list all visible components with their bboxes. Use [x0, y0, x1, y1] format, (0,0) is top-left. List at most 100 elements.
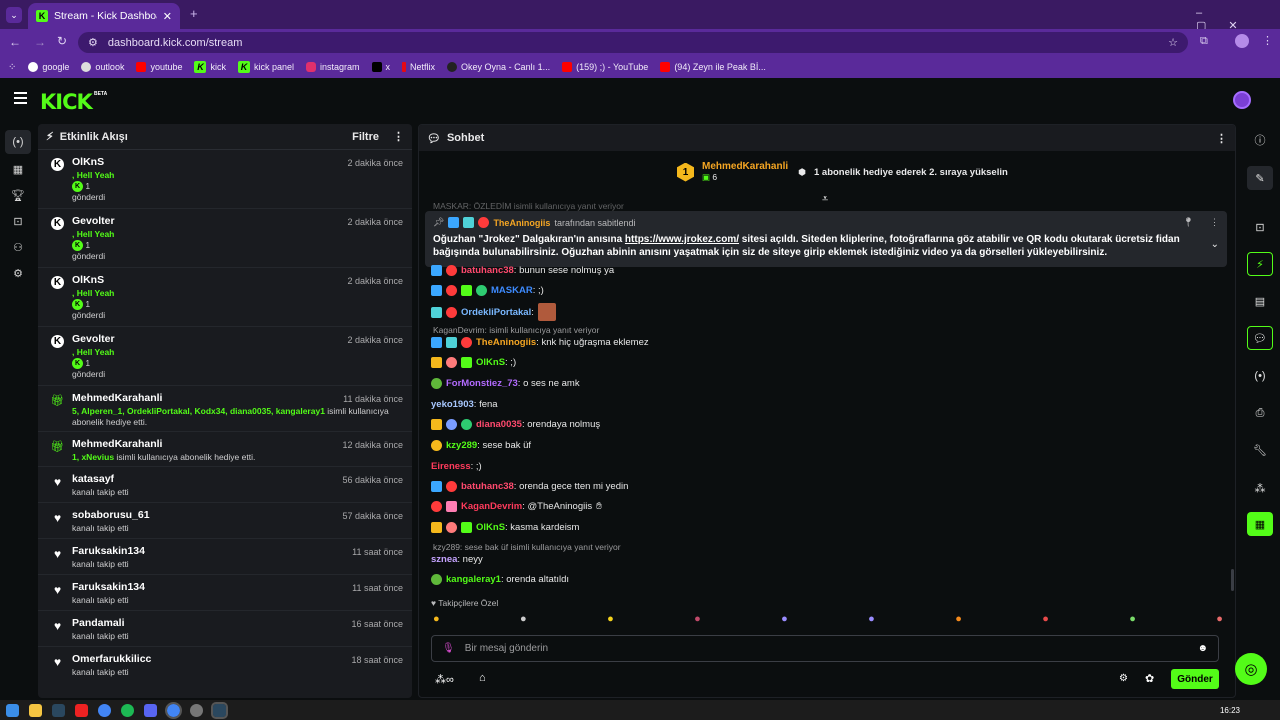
chat-username[interactable]: OlKnS	[476, 357, 505, 368]
emote-icon[interactable]: ●	[694, 613, 701, 629]
broadcast-icon[interactable]: (•)	[1247, 364, 1273, 388]
bookmark-kick-panel[interactable]: Kkick panel	[237, 61, 294, 73]
clip-icon[interactable]: ▦	[1247, 512, 1273, 536]
pinned-link[interactable]: https://www.jrokez.com/	[625, 234, 739, 245]
reload-icon[interactable]: ↻	[57, 34, 67, 48]
dashboard-icon[interactable]: ▦	[5, 157, 31, 181]
emote-icon[interactable]: ●	[433, 613, 440, 629]
chat-menu-icon[interactable]: ⋮	[1216, 132, 1227, 145]
new-tab-icon[interactable]: +	[190, 6, 198, 21]
store-icon[interactable]: ⌂	[479, 672, 486, 684]
unpin-icon[interactable]: 📍︎	[1183, 217, 1194, 228]
filter-button[interactable]: Filtre	[352, 131, 379, 143]
chat-scrollbar[interactable]	[1231, 569, 1234, 591]
activity-menu-icon[interactable]: ⋮	[393, 130, 404, 143]
emote-icon[interactable]: ●	[781, 613, 788, 629]
app-icon[interactable]	[190, 703, 203, 717]
emote-icon[interactable]: ●	[1216, 613, 1223, 629]
chat-settings-icon[interactable]: ⚙	[1119, 673, 1128, 684]
profile-avatar[interactable]	[1235, 34, 1249, 48]
chat-username[interactable]: ForMonstiez_73	[446, 378, 518, 389]
emoji-icon[interactable]: ☻	[1197, 643, 1208, 654]
stream-icon[interactable]: (•)	[5, 130, 31, 154]
file-explorer-icon[interactable]	[29, 703, 42, 717]
site-info-icon[interactable]: ⚙	[88, 36, 98, 49]
screen-icon[interactable]: ⊡	[1247, 215, 1273, 239]
info-icon[interactable]: ⓘ	[1247, 128, 1273, 152]
chat-username[interactable]: szneа	[431, 554, 457, 565]
kick-logo[interactable]: KICK	[40, 90, 93, 114]
close-tab-icon[interactable]: ✕	[163, 10, 172, 23]
user-avatar[interactable]	[1233, 91, 1251, 109]
edit-icon[interactable]: ✎	[1247, 166, 1273, 190]
steam-active-icon[interactable]	[211, 701, 228, 719]
chat-username[interactable]: OlKnS	[476, 522, 505, 533]
apps-icon[interactable]: ⁘	[8, 62, 16, 73]
quick-actions-icon[interactable]: ⚡︎	[1247, 252, 1273, 276]
chat-username[interactable]: OrdekliPortakal	[461, 307, 531, 318]
emote-icon[interactable]: ●	[520, 613, 527, 629]
bookmark-youtube-2[interactable]: (159) ;) - YouTube	[562, 62, 648, 72]
chat-input[interactable]: 🎙︎ Bir mesaj gönderin ☻	[431, 635, 1219, 662]
chat-username[interactable]: yeko1903	[431, 399, 474, 410]
bookmark-kick[interactable]: Kkick	[194, 61, 226, 73]
url-field[interactable]: ⚙ dashboard.kick.com/stream ☆	[78, 32, 1188, 53]
pinner-name[interactable]: TheAninogiis	[493, 218, 550, 228]
emote-icon[interactable]: ●	[1129, 613, 1136, 629]
emote-icon[interactable]: ●	[955, 613, 962, 629]
community-icon[interactable]: ⚇	[5, 235, 31, 259]
chat-username[interactable]: MASKAR	[491, 285, 533, 296]
spotify-icon[interactable]	[121, 703, 134, 717]
bookmark-star-icon[interactable]: ☆	[1168, 36, 1178, 49]
windows-start-icon[interactable]	[6, 703, 19, 717]
kicks-infinity-icon[interactable]: ⁂∞	[435, 673, 454, 686]
bookmark-x[interactable]: x	[371, 62, 390, 72]
emote-icon[interactable]: ●	[1042, 613, 1049, 629]
chat-username[interactable]: batuhanc38	[461, 265, 514, 276]
bookmark-instagram[interactable]: instagram	[306, 62, 360, 72]
emote-picker-icon[interactable]: ✿	[1145, 672, 1154, 685]
chat-username[interactable]: TheAninogiis	[476, 337, 536, 348]
chat-username[interactable]: kzy289	[446, 440, 477, 451]
extensions-icon[interactable]: ⧉	[1200, 35, 1208, 48]
tab-search-icon[interactable]: ⌄	[6, 7, 22, 23]
emote-icon[interactable]: ●	[868, 613, 875, 629]
chat-username[interactable]: diana0035	[476, 419, 522, 430]
clock[interactable]: 16:23	[1220, 706, 1240, 715]
widgets-icon[interactable]: ⊡	[5, 209, 31, 233]
chat-username[interactable]: KaganDevrim	[461, 501, 522, 512]
printer-icon[interactable]: ⎙	[1247, 401, 1273, 425]
share-icon[interactable]: ⁂	[1247, 476, 1273, 500]
clipboard-icon[interactable]: ▤	[1247, 289, 1273, 313]
bookmark-outlook[interactable]: outlook	[81, 62, 124, 72]
forward-icon[interactable]: →	[34, 35, 46, 49]
expand-chevron-icon[interactable]: ⌄	[1211, 239, 1219, 250]
bookmark-okey[interactable]: Okey Oyna - Canlı 1...	[447, 62, 550, 72]
chat-toggle-icon[interactable]: 💬︎	[1247, 326, 1273, 350]
chrome-active-icon[interactable]	[165, 701, 182, 719]
support-chat-icon[interactable]: ◎	[1235, 653, 1267, 685]
bookmark-youtube-3[interactable]: (94) Zeyn ile Peak Bİ...	[660, 62, 766, 72]
chrome-icon[interactable]	[98, 703, 111, 717]
send-button[interactable]: Gönder	[1171, 669, 1219, 689]
steam-icon[interactable]	[52, 703, 65, 717]
hamburger-menu-icon[interactable]	[14, 92, 27, 104]
top-gifter-name[interactable]: MehmedKarahanli	[702, 161, 788, 172]
wrench-icon[interactable]: 🔧︎	[1247, 438, 1273, 462]
chat-username[interactable]: Eireness	[431, 461, 471, 472]
emote-icon[interactable]: ●	[607, 613, 614, 629]
bookmark-netflix[interactable]: Netflix	[402, 62, 435, 72]
settings-icon[interactable]: ⚙	[5, 261, 31, 285]
discord-icon[interactable]	[144, 703, 157, 717]
trophy-icon[interactable]: 🏆︎	[5, 183, 31, 207]
bookmark-youtube[interactable]: youtube	[136, 62, 182, 72]
bookmark-google[interactable]: google	[28, 62, 69, 72]
chat-username[interactable]: batuhanc38	[461, 481, 514, 492]
chat-username[interactable]: kangaleray1	[446, 574, 501, 585]
scroll-down-icon[interactable]: ⩡	[822, 193, 828, 206]
microphone-icon[interactable]: 🎙︎	[442, 643, 455, 654]
browser-menu-icon[interactable]: ⋮	[1262, 34, 1273, 47]
browser-tab[interactable]: K Stream - Kick Dashboard ✕	[28, 3, 180, 29]
opera-icon[interactable]	[75, 703, 88, 717]
back-icon[interactable]: ←	[9, 35, 21, 49]
